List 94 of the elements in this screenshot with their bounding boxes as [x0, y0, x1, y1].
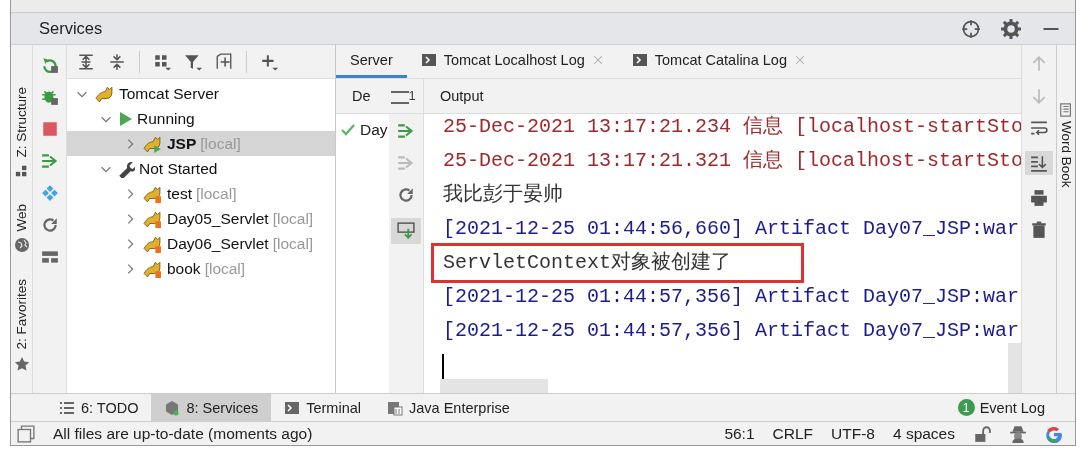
deploy-icon[interactable]	[397, 222, 415, 240]
filter-icon[interactable]	[184, 52, 202, 71]
group-icon[interactable]	[153, 52, 171, 71]
terminal-icon[interactable]	[284, 399, 301, 416]
rerun-icon[interactable]	[40, 56, 59, 74]
tree-item-label: Tomcat Server	[119, 84, 219, 103]
event-log-button[interactable]: 1 Event Log	[951, 394, 1075, 421]
settings-icon[interactable]	[1001, 18, 1021, 39]
column-header: De	[352, 88, 371, 104]
tree-item-label: JSP	[167, 134, 197, 153]
tool-window-tab[interactable]: Web	[14, 203, 29, 232]
location-label: [local]	[272, 209, 314, 228]
panel-toggle-icon[interactable]	[17, 424, 35, 443]
globe-icon	[13, 237, 30, 254]
new-group-icon[interactable]	[215, 52, 233, 71]
tool-window-tab[interactable]: Terminal	[271, 394, 374, 421]
layout-icon[interactable]	[40, 248, 59, 266]
indent-setting[interactable]: 4 spaces	[892, 424, 955, 443]
star-icon	[13, 355, 30, 372]
structure-icon	[14, 163, 29, 178]
log-line: [2021-12-25 01:44:57,356] Artifact Day07_JSP:war	[442, 284, 1020, 310]
deploy-icon[interactable]	[397, 122, 415, 140]
sort-icon	[390, 90, 409, 104]
diamonds-icon[interactable]	[40, 184, 59, 202]
location-label: [local]	[204, 259, 246, 278]
tool-window-tab[interactable]: 2: Favorites	[14, 279, 29, 350]
log-line: [2021-12-25 01:44:57,356] Artifact Day07_JSP:war	[442, 318, 1020, 344]
tree-item[interactable]: Not Started	[67, 156, 335, 181]
scrollbar[interactable]	[1008, 343, 1021, 393]
tool-window-tab[interactable]: Z: Structure	[14, 87, 29, 158]
refresh-icon[interactable]	[40, 216, 59, 234]
tab[interactable]: Tomcat Catalina Log	[617, 45, 820, 78]
log-line: [2021-12-25 01:44:56,660] Artifact Day07_JSP:war	[442, 216, 1020, 242]
column-header: Output	[440, 88, 484, 104]
event-count-badge: 1	[957, 399, 975, 416]
log-line: 25-Dec-2021 13:17:21.321 信息 [localhost-startSto	[442, 148, 1021, 174]
g-logo-icon[interactable]	[1045, 424, 1063, 443]
print-icon[interactable]	[1030, 189, 1048, 207]
tree-item-label: Not Started	[139, 159, 218, 178]
location-label: [local]	[272, 234, 314, 253]
enterprise-icon[interactable]	[387, 399, 403, 416]
line-separator[interactable]: CRLF	[772, 424, 814, 443]
refresh-icon[interactable]	[397, 186, 415, 204]
tree-item[interactable]: Day05_Servlet [local]	[67, 206, 335, 231]
location-label: [local]	[200, 134, 241, 153]
deploy-icon[interactable]	[40, 152, 59, 170]
tree-item-label: Day05_Servlet	[167, 209, 269, 228]
check-icon	[340, 122, 356, 138]
add-icon[interactable]	[260, 52, 278, 71]
tool-window-tab[interactable]: Java Enterprise	[374, 394, 523, 421]
text-cursor	[442, 354, 444, 380]
tree-item-label: Day06_Servlet	[167, 234, 269, 253]
hat-person-icon[interactable]	[1009, 424, 1027, 443]
tool-window-tab[interactable]: Word Book	[1058, 121, 1074, 188]
terminal-icon	[420, 52, 437, 68]
play-icon	[117, 110, 133, 127]
bug-icon[interactable]	[40, 88, 59, 106]
tool-window-tab[interactable]: 8: Services	[151, 394, 272, 421]
stop-icon[interactable]	[40, 120, 59, 138]
tab[interactable]: Tomcat Localhost Log	[406, 45, 618, 78]
status-message: All files are up-to-date (moments ago)	[53, 424, 314, 443]
sort-count-control[interactable]: 1	[390, 88, 416, 104]
tree-item[interactable]: Day06_Servlet [local]	[67, 231, 335, 256]
deployment-item[interactable]: Day	[336, 119, 389, 141]
trash-icon[interactable]	[1030, 221, 1048, 239]
log-line: 25-Dec-2021 13:17:21.234 信息 [localhost-startSto	[442, 114, 1021, 140]
unlock-icon[interactable]	[973, 424, 991, 443]
scroll-to-end-icon[interactable]	[1030, 154, 1048, 172]
tree-item-label: test	[167, 184, 192, 203]
log-line: 我比彭于晏帅	[442, 182, 563, 208]
tree-item[interactable]: test [local]	[67, 181, 335, 206]
book-icon	[1059, 103, 1073, 117]
log-line: ServletContext对象被创建了	[434, 246, 802, 280]
collapse-all-icon[interactable]	[108, 52, 126, 71]
tree-item-label: book	[167, 259, 201, 278]
terminal-icon	[631, 52, 648, 68]
wrench-icon	[117, 159, 135, 178]
tree-item[interactable]: Running	[67, 106, 335, 131]
scrollbar[interactable]	[440, 379, 548, 393]
crosshair-icon[interactable]	[961, 18, 981, 39]
tree-item[interactable]: book [local]	[67, 256, 335, 281]
tree-item[interactable]: JSP [local]	[67, 131, 335, 156]
tree-item[interactable]: Tomcat Server	[67, 81, 335, 106]
tab[interactable]: Server	[336, 45, 407, 78]
tool-window-tab[interactable]: 6: TODO	[46, 394, 152, 421]
caret-position[interactable]: 56:1	[724, 424, 755, 443]
soft-wrap-icon[interactable]	[1030, 119, 1048, 137]
location-label: [local]	[196, 184, 237, 203]
file-encoding[interactable]: UTF-8	[831, 424, 875, 443]
tree-item-label: Running	[137, 109, 195, 128]
list-icon[interactable]	[59, 399, 75, 416]
panel-title: Services	[39, 19, 104, 38]
services-icon[interactable]	[164, 399, 181, 416]
expand-all-icon[interactable]	[77, 52, 95, 71]
